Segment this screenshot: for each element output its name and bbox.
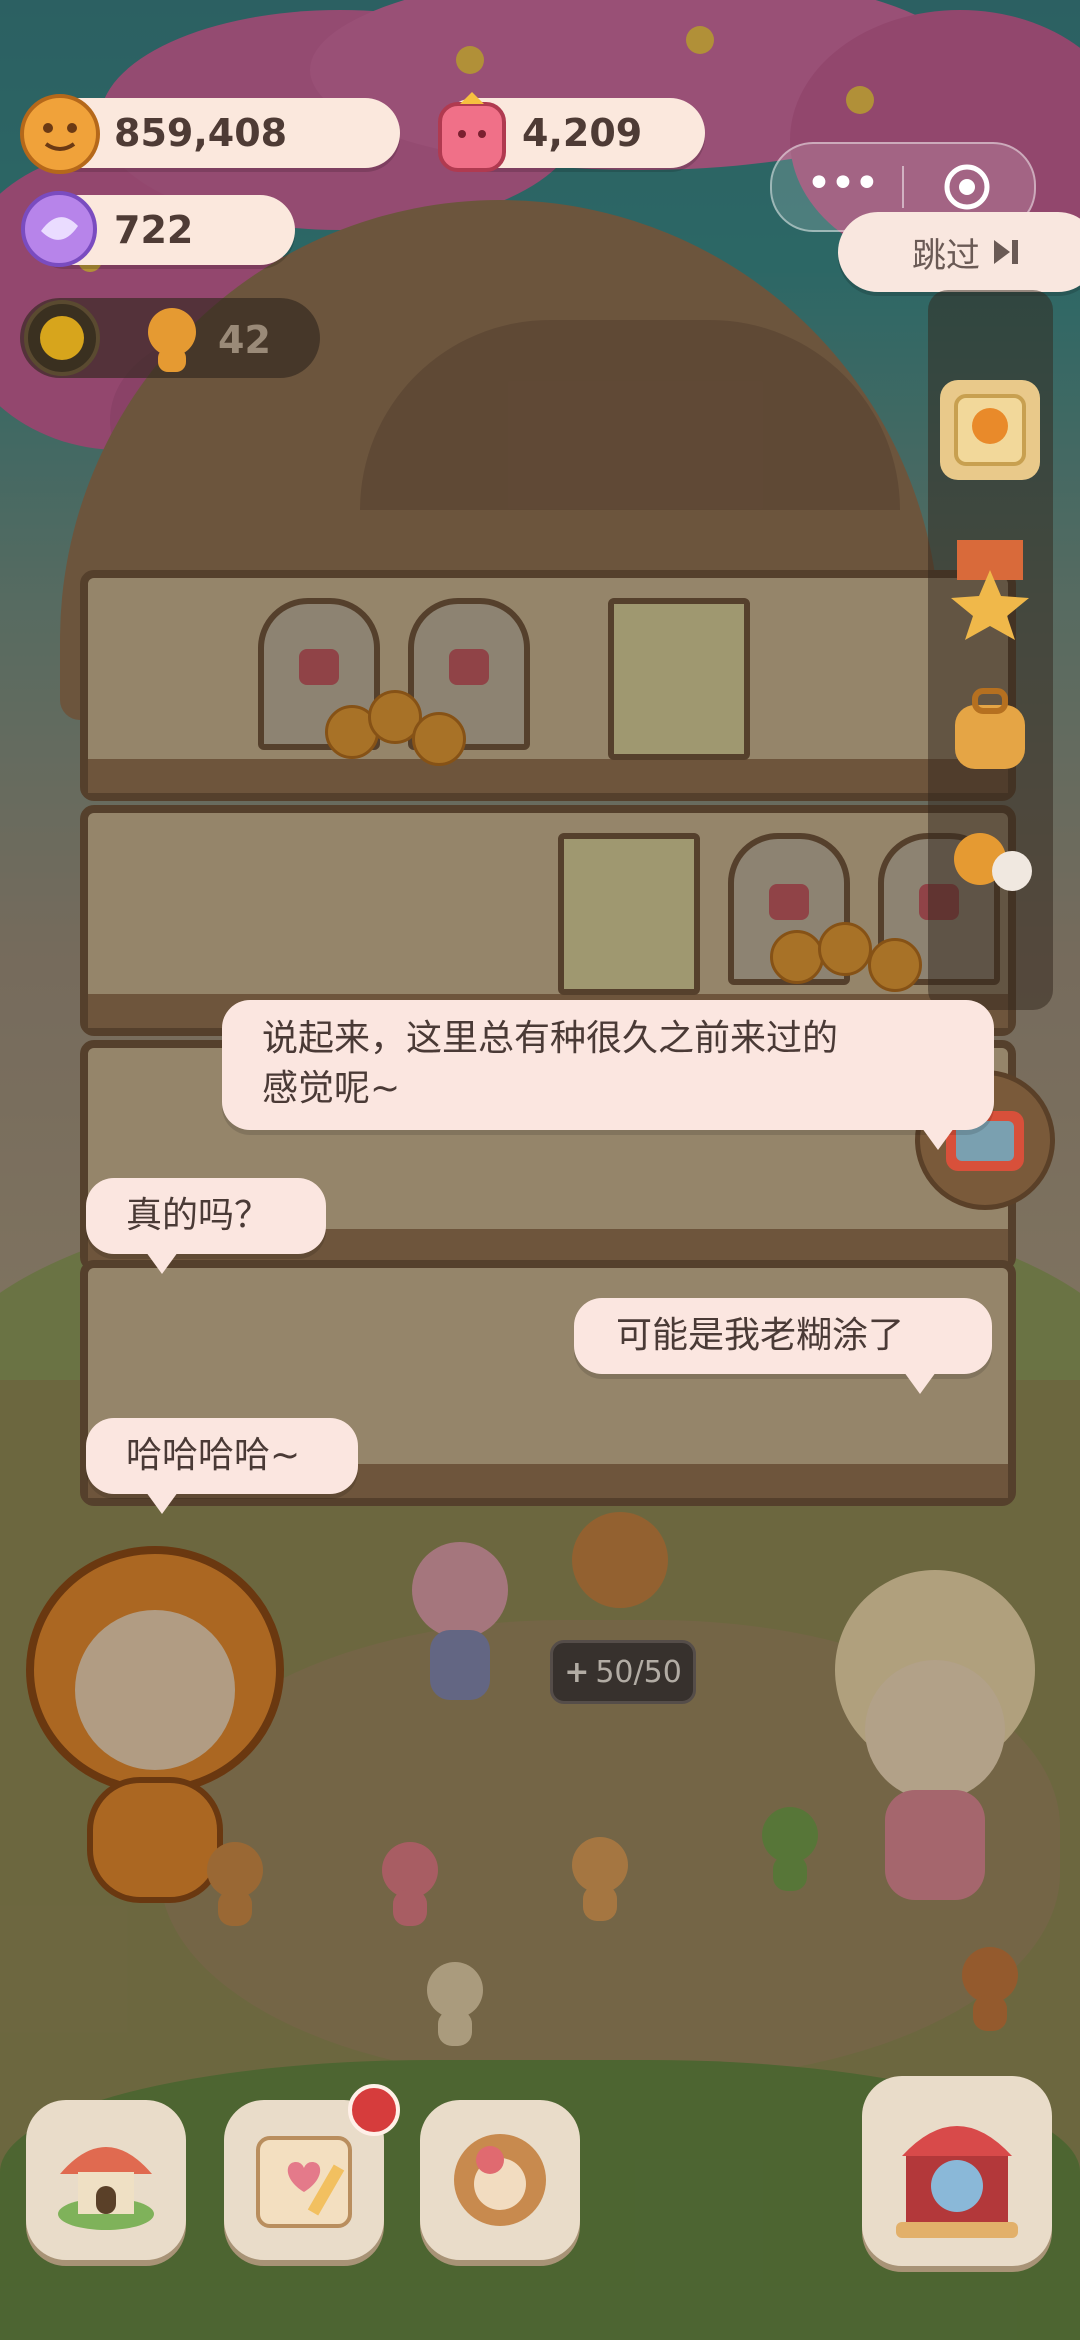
dialogue-bubble-left[interactable]: 真的吗？ [86, 1178, 326, 1274]
cookie-collection-button[interactable] [420, 2100, 580, 2260]
pink-gem-icon [432, 90, 512, 176]
gem-value: 4,209 [522, 111, 643, 155]
star-medal-icon [951, 540, 1029, 640]
dialogue-text: 真的吗？ [126, 1195, 271, 1236]
more-dots-icon[interactable]: ••• [806, 158, 880, 209]
house-icon [58, 2147, 154, 2230]
level-count: 42 [218, 318, 271, 362]
cookie-portrait-icon [454, 2134, 546, 2226]
level-progress[interactable]: 42 [20, 298, 320, 378]
dialogue-text: 哈哈哈哈~ [126, 1435, 301, 1476]
cookie-friends-icon [954, 833, 1032, 891]
cookie-face-icon [148, 308, 196, 372]
side-menu [928, 290, 1053, 1010]
coin-value: 859,408 [114, 111, 288, 155]
skip-button[interactable]: 跳过 [838, 212, 1080, 292]
notebook-icon [256, 2136, 352, 2228]
record-target-icon[interactable] [942, 162, 992, 212]
sun-icon [24, 300, 100, 376]
carousel-icon [896, 2126, 1018, 2238]
dialogue-bubble-right[interactable]: 可能是我老糊涂了 [574, 1298, 992, 1394]
medal-button[interactable] [940, 540, 1040, 640]
home-button[interactable] [26, 2100, 186, 2260]
notification-badge [348, 2084, 400, 2136]
stamp-card-button[interactable] [940, 380, 1040, 480]
dialogue-bubble-main[interactable]: 说起来，这里总有种很久之前来过的 感觉呢~ [222, 1000, 994, 1150]
skip-label: 跳过 [912, 235, 980, 276]
stamp-icon [954, 394, 1026, 466]
skip-arrow-icon [994, 240, 1018, 264]
purple-crystal-icon [16, 186, 102, 272]
backpack-icon [955, 688, 1025, 769]
dialogue-line: 感觉呢~ [262, 1068, 401, 1109]
crystal-value: 722 [114, 208, 194, 252]
cookie-coin-icon [18, 92, 102, 176]
dialogue-text: 可能是我老糊涂了 [616, 1315, 905, 1356]
friends-button[interactable] [940, 820, 1040, 920]
gacha-button[interactable] [862, 2076, 1052, 2266]
dialogue-line: 说起来，这里总有种很久之前来过的 [262, 1018, 839, 1059]
dialogue-bubble-tiger[interactable]: 哈哈哈哈~ [86, 1418, 358, 1514]
bag-button[interactable] [940, 680, 1040, 780]
